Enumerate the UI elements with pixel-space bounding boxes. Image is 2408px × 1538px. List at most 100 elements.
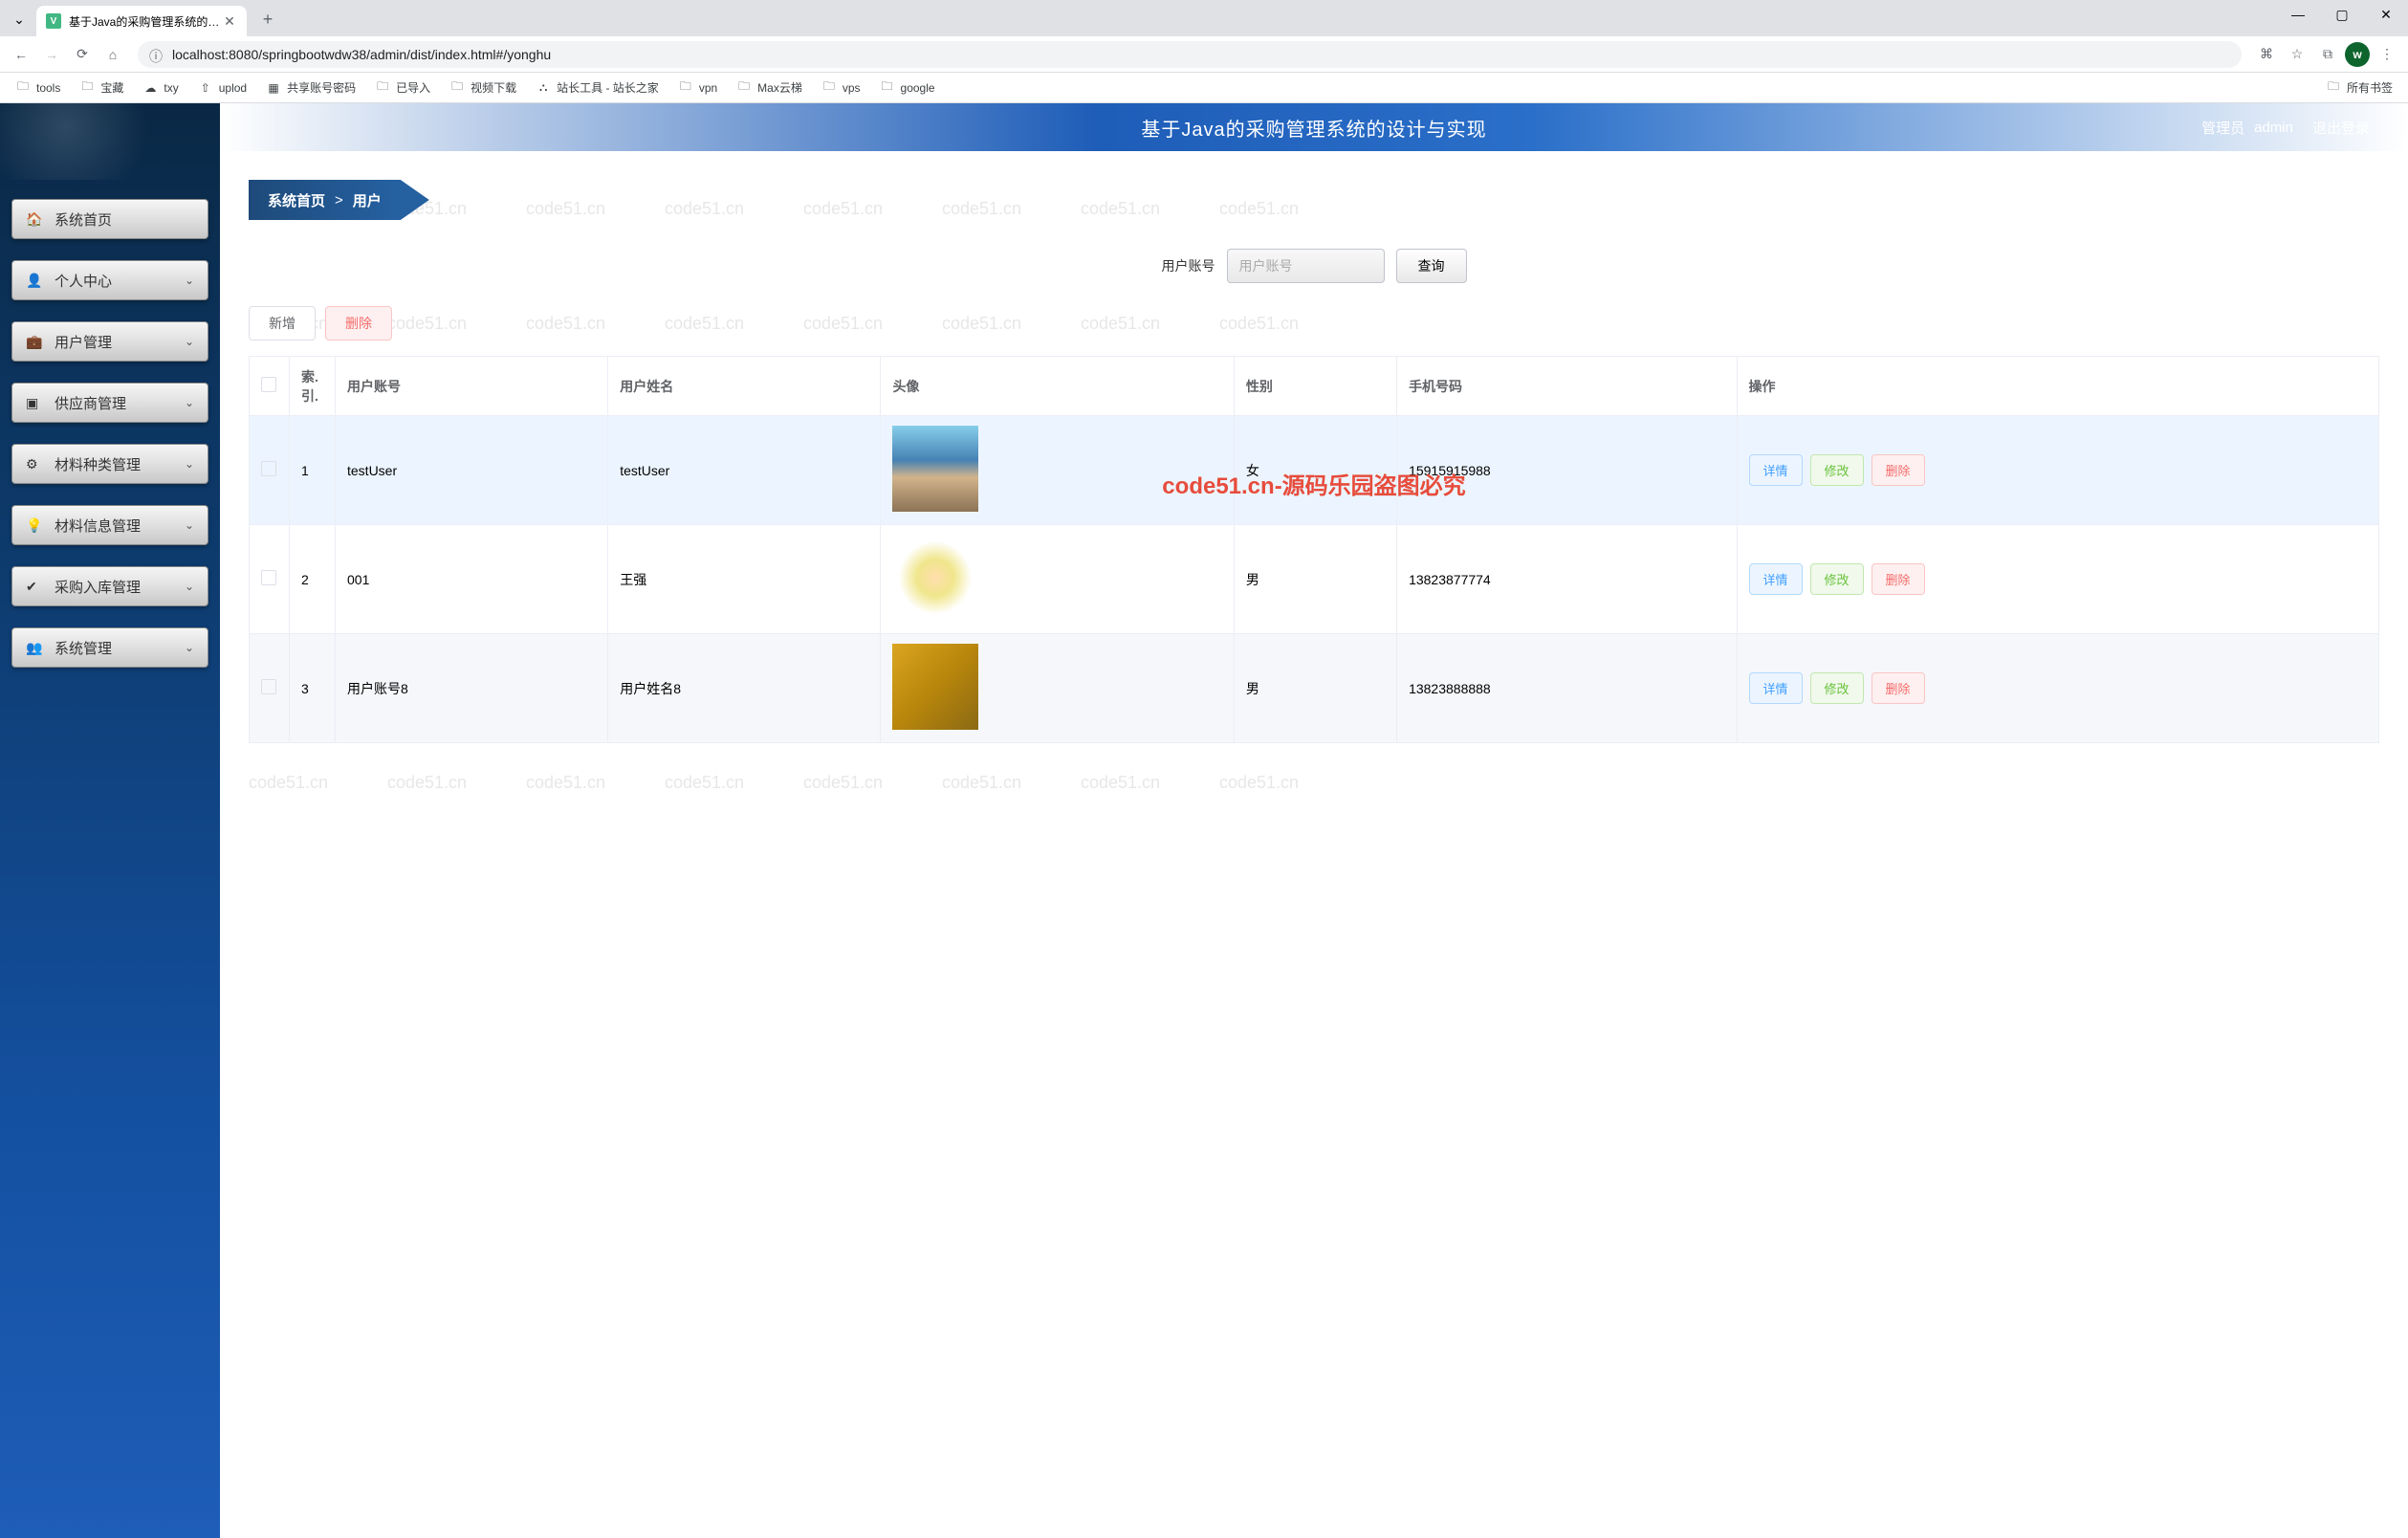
table-row: 2 001 王强 男 13823877774 详情 修改 删除 xyxy=(250,525,2379,634)
extensions-icon[interactable]: ⧉ xyxy=(2314,41,2341,68)
cell-account: 用户账号8 xyxy=(336,634,608,743)
forward-button[interactable]: → xyxy=(38,41,65,68)
edit-button[interactable]: 修改 xyxy=(1810,454,1864,486)
tab-close-icon[interactable]: ✕ xyxy=(222,13,237,29)
top-bar: 基于Java的采购管理系统的设计与实现 管理员 admin 退出登录 xyxy=(220,103,2408,151)
detail-button[interactable]: 详情 xyxy=(1749,672,1803,704)
url-box[interactable]: ⓘ localhost:8080/springbootwdw38/admin/d… xyxy=(138,41,2242,68)
site-info-icon[interactable]: ⓘ xyxy=(149,47,164,62)
delete-button[interactable]: 删除 xyxy=(1872,454,1925,486)
browser-tab[interactable]: V 基于Java的采购管理系统的设计 ✕ xyxy=(36,6,247,36)
select-all-checkbox[interactable] xyxy=(261,377,276,392)
bookmark-star-icon[interactable]: ☆ xyxy=(2284,41,2310,68)
bookmark-item[interactable]: 🗀 tools xyxy=(8,76,68,99)
sidebar-item-6[interactable]: ✔采购入库管理⌄ xyxy=(11,566,208,606)
detail-button[interactable]: 详情 xyxy=(1749,563,1803,595)
back-button[interactable]: ← xyxy=(8,41,34,68)
edit-button[interactable]: 修改 xyxy=(1810,672,1864,704)
breadcrumb-home[interactable]: 系统首页 xyxy=(268,190,325,210)
chevron-down-icon: ⌄ xyxy=(185,396,194,409)
cell-phone: 13823877774 xyxy=(1397,525,1737,634)
bookmark-item[interactable]: 🗀vpn xyxy=(670,76,725,99)
logout-button[interactable]: 退出登录 xyxy=(2312,118,2370,138)
briefcase-icon: 💼 xyxy=(26,334,45,350)
sidebar-item-5[interactable]: 💡材料信息管理⌄ xyxy=(11,505,208,545)
home-button[interactable]: ⌂ xyxy=(99,41,126,68)
sidebar-item-7[interactable]: 👥系统管理⌄ xyxy=(11,627,208,668)
sidebar-item-label: 材料种类管理 xyxy=(55,454,185,474)
bookmark-item[interactable]: 🗀google xyxy=(872,76,943,99)
search-button[interactable]: 查询 xyxy=(1396,249,1467,283)
bookmark-label: google xyxy=(901,81,935,95)
tab-search-icon[interactable]: ⌄ xyxy=(8,8,31,31)
add-button[interactable]: 新增 xyxy=(249,306,316,341)
minimize-button[interactable]: — xyxy=(2276,0,2320,29)
cell-avatar xyxy=(881,525,1234,634)
avatar-image xyxy=(892,535,978,621)
bookmark-item[interactable]: 🗀宝藏 xyxy=(72,76,131,99)
folder-icon: 🗀 xyxy=(375,80,390,96)
edit-button[interactable]: 修改 xyxy=(1810,563,1864,595)
cell-index: 3 xyxy=(290,634,336,743)
folder-icon: 🗀 xyxy=(449,80,465,96)
menu-icon[interactable]: ⋮ xyxy=(2374,41,2400,68)
bookmark-item[interactable]: ⇧uplod xyxy=(190,76,254,99)
bookmark-item[interactable]: ▦共享账号密码 xyxy=(258,76,363,99)
cell-ops: 详情 修改 删除 xyxy=(1737,525,2379,634)
translate-icon[interactable]: ⌘ xyxy=(2253,41,2280,68)
row-checkbox[interactable] xyxy=(261,461,276,476)
bookmark-item[interactable]: 🗀视频下载 xyxy=(442,76,524,99)
bookmark-item[interactable]: ⛬站长工具 - 站长之家 xyxy=(528,76,667,99)
search-input[interactable] xyxy=(1227,249,1385,283)
new-tab-button[interactable]: + xyxy=(254,6,281,33)
row-checkbox[interactable] xyxy=(261,679,276,694)
row-checkbox[interactable] xyxy=(261,570,276,585)
reload-button[interactable]: ⟳ xyxy=(69,41,96,68)
action-row: 新增 删除 xyxy=(249,306,2379,341)
sidebar-item-3[interactable]: ▣供应商管理⌄ xyxy=(11,383,208,423)
folder-icon: 🗀 xyxy=(79,80,95,96)
close-window-button[interactable]: ✕ xyxy=(2364,0,2408,29)
maximize-button[interactable]: ▢ xyxy=(2320,0,2364,29)
th-avatar: 头像 xyxy=(881,357,1234,416)
folder-icon: 🗀 xyxy=(15,80,31,96)
sidebar-item-1[interactable]: 👤个人中心⌄ xyxy=(11,260,208,300)
sidebar-item-label: 用户管理 xyxy=(55,332,185,352)
sidebar-item-2[interactable]: 💼用户管理⌄ xyxy=(11,321,208,362)
cell-name: 用户姓名8 xyxy=(608,634,881,743)
profile-avatar[interactable]: w xyxy=(2345,42,2370,67)
th-ops: 操作 xyxy=(1737,357,2379,416)
detail-button[interactable]: 详情 xyxy=(1749,454,1803,486)
user-table: 索.引. 用户账号 用户姓名 头像 性别 手机号码 操作 1 testUser … xyxy=(249,356,2379,743)
th-name: 用户姓名 xyxy=(608,357,881,416)
folder-icon: 🗀 xyxy=(821,80,837,96)
chevron-down-icon: ⌄ xyxy=(185,641,194,654)
bookmark-item[interactable]: 🗀vps xyxy=(814,76,868,99)
all-bookmarks-button[interactable]: 🗀 所有书签 xyxy=(2318,76,2400,99)
cell-phone: 13823888888 xyxy=(1397,634,1737,743)
user-label: admin xyxy=(2254,120,2293,136)
breadcrumb: 系统首页 > 用户 xyxy=(249,180,429,220)
bookmark-label: 共享账号密码 xyxy=(287,79,356,96)
search-row: 用户账号 查询 xyxy=(249,249,2379,283)
sidebar-item-label: 采购入库管理 xyxy=(55,577,185,597)
bookmark-item[interactable]: ☁txy xyxy=(135,76,186,99)
delete-button[interactable]: 删除 xyxy=(1872,563,1925,595)
cloud-icon: ☁ xyxy=(142,80,158,96)
admin-icon: 👥 xyxy=(26,640,45,656)
cell-account: 001 xyxy=(336,525,608,634)
bookmark-item[interactable]: 🗀已导入 xyxy=(367,76,438,99)
cell-gender: 女 xyxy=(1234,416,1396,525)
bookmark-label: 站长工具 - 站长之家 xyxy=(557,79,659,96)
avatar-image xyxy=(892,644,978,730)
batch-delete-button[interactable]: 删除 xyxy=(325,306,392,341)
bookmark-item[interactable]: 🗀Max云梯 xyxy=(729,76,810,99)
delete-button[interactable]: 删除 xyxy=(1872,672,1925,704)
bookmark-label: vpn xyxy=(699,81,717,95)
folder-icon: 🗀 xyxy=(2326,80,2341,96)
sidebar-item-0[interactable]: 🏠系统首页 xyxy=(11,199,208,239)
sidebar-item-4[interactable]: ⚙材料种类管理⌄ xyxy=(11,444,208,484)
cell-name: 王强 xyxy=(608,525,881,634)
sidebar-item-label: 供应商管理 xyxy=(55,393,185,413)
bookmark-label: tools xyxy=(36,81,60,95)
